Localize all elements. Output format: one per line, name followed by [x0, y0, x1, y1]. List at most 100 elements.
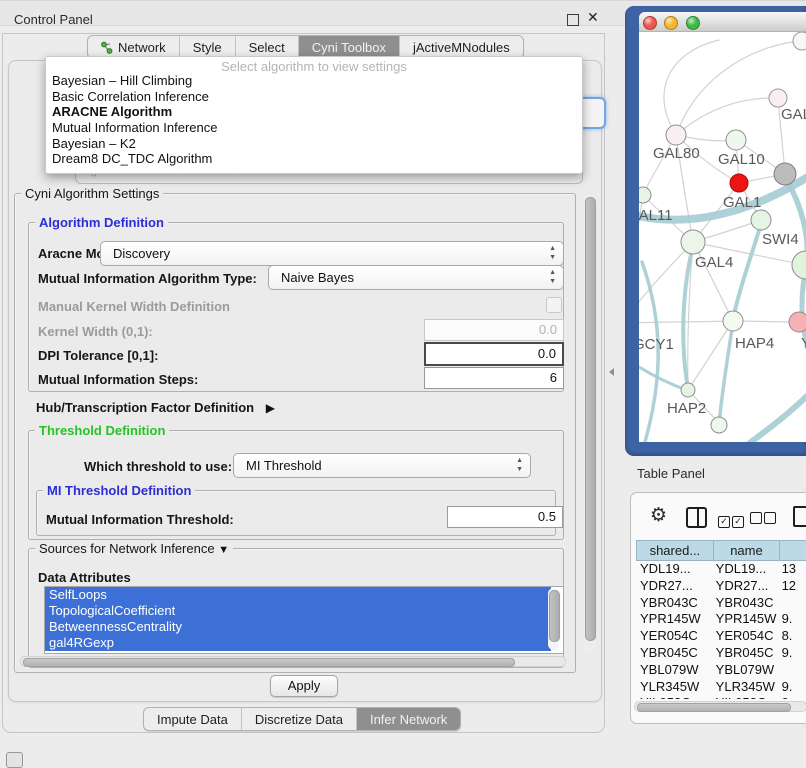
- aracne-mode-combobox[interactable]: Discovery ▲▼: [100, 241, 564, 266]
- table-cell: YPR145W: [712, 611, 778, 628]
- tab-label: Infer Network: [370, 712, 447, 727]
- column-header-shared...[interactable]: shared...: [636, 540, 713, 561]
- tab-cyni-toolbox[interactable]: Cyni Toolbox: [299, 36, 400, 58]
- attribute-list-item[interactable]: SelfLoops: [45, 587, 551, 603]
- combo-stepper-icon: ▲▼: [549, 268, 556, 286]
- algorithm-option[interactable]: Mutual Information Inference: [49, 120, 579, 136]
- network-node-hap2[interactable]: [681, 383, 695, 397]
- table-row[interactable]: YPR145WYPR145W9.: [636, 611, 806, 628]
- tab-label: Cyni Toolbox: [312, 40, 386, 55]
- network-node-gal11[interactable]: [639, 187, 651, 203]
- which-threshold-value: MI Threshold: [246, 458, 322, 473]
- close-panel-button[interactable]: ✕: [587, 9, 599, 26]
- table-cell: 13: [778, 561, 806, 578]
- manual-kernel-width-checkbox[interactable]: [546, 297, 562, 313]
- table-panel-toolbar: ⚙ ✓✓: [630, 500, 806, 534]
- table-horizontal-scrollbar[interactable]: [634, 701, 806, 712]
- combo-stepper-icon: ▲▼: [549, 244, 556, 262]
- table-row[interactable]: YBR045CYBR045C9.: [636, 645, 806, 662]
- network-node-swi4[interactable]: [751, 210, 771, 230]
- network-node-gal4[interactable]: [681, 230, 705, 254]
- network-node[interactable]: [793, 32, 806, 50]
- tab-jactivemnodules[interactable]: jActiveMNodules: [400, 36, 523, 58]
- file-icon[interactable]: [793, 506, 806, 527]
- mi-steps-field[interactable]: 6: [424, 367, 564, 389]
- tab-impute-data[interactable]: Impute Data: [144, 708, 242, 730]
- node-label: GAL1: [723, 194, 761, 211]
- network-graph: GALGAL80GAL10GAL1GAL11SWI4GAL4GCY1HAP4YH…: [639, 32, 806, 442]
- network-edge: [664, 40, 719, 135]
- manual-kernel-width-label: Manual Kernel Width Definition: [38, 299, 230, 314]
- table-row[interactable]: YDL19...YDL19...13: [636, 561, 806, 578]
- tab-infer-network[interactable]: Infer Network: [357, 708, 460, 730]
- gear-icon[interactable]: ⚙: [650, 504, 667, 527]
- hub-definition-toggle[interactable]: Hub/Transcription Factor Definition ▶: [36, 400, 275, 415]
- network-node-gal80[interactable]: [666, 125, 686, 145]
- network-node[interactable]: [792, 251, 806, 279]
- table-cell: 9.: [778, 679, 806, 696]
- network-node-hap4[interactable]: [723, 311, 743, 331]
- table-cell: YBL079W: [636, 662, 712, 679]
- network-node-y[interactable]: [789, 312, 806, 332]
- attribute-list-item[interactable]: TopologicalCoefficient: [45, 603, 551, 619]
- column-header-clipped[interactable]: [779, 540, 806, 561]
- minimized-panel-chip[interactable]: [6, 752, 23, 768]
- attribute-list-item[interactable]: BetweennessCentrality: [45, 619, 551, 635]
- algorithm-option[interactable]: Dream8 DC_TDC Algorithm: [49, 151, 579, 167]
- table-panel-title: Table Panel: [637, 466, 705, 481]
- unchecked-boxes-icon[interactable]: [750, 511, 778, 529]
- table-body: YDL19...YDL19...13YDR27...YDR27...12YBR0…: [636, 561, 806, 699]
- which-threshold-combobox[interactable]: MI Threshold ▲▼: [233, 453, 531, 478]
- network-node-gal1[interactable]: [730, 174, 748, 192]
- apply-button[interactable]: Apply: [270, 675, 338, 697]
- network-canvas[interactable]: GALGAL80GAL10GAL1GAL11SWI4GAL4GCY1HAP4YH…: [639, 32, 806, 442]
- algorithm-option[interactable]: Bayesian – Hill Climbing: [49, 73, 579, 89]
- columns-icon[interactable]: [686, 507, 707, 528]
- data-attributes-list[interactable]: SelfLoopsTopologicalCoefficientBetweenne…: [44, 586, 564, 654]
- mi-threshold-field[interactable]: 0.5: [447, 506, 563, 528]
- minimize-traffic-light[interactable]: [664, 16, 678, 30]
- float-window-button[interactable]: [567, 14, 579, 26]
- tab-label: jActiveMNodules: [413, 40, 510, 55]
- scrollbar-thumb[interactable]: [549, 590, 560, 642]
- tab-style[interactable]: Style: [180, 36, 236, 58]
- settings-vertical-scrollbar[interactable]: [584, 194, 596, 654]
- tab-select[interactable]: Select: [236, 36, 299, 58]
- network-node-gal10[interactable]: [726, 130, 746, 150]
- attribute-list-item[interactable]: gal4RGexp: [45, 635, 551, 651]
- attributes-horizontal-scrollbar[interactable]: [20, 656, 566, 667]
- panel-splitter-handle[interactable]: [609, 368, 614, 376]
- column-header-name[interactable]: name: [713, 540, 779, 561]
- collapsed-arrow-icon: ▶: [266, 401, 275, 415]
- table-row[interactable]: YIL052CYIL052C9: [636, 695, 806, 699]
- table-row[interactable]: YER054CYER054C8.: [636, 628, 806, 645]
- table-row[interactable]: YLR345WYLR345W9.: [636, 679, 806, 696]
- algorithm-option[interactable]: Basic Correlation Inference: [49, 89, 579, 105]
- network-edge: [743, 392, 806, 442]
- kernel-width-field[interactable]: 0.0: [424, 319, 564, 341]
- data-attributes-label: Data Attributes: [38, 570, 131, 585]
- mi-algorithm-type-combobox[interactable]: Naive Bayes ▲▼: [268, 265, 564, 290]
- algorithm-option[interactable]: Bayesian – K2: [49, 136, 579, 152]
- table-row[interactable]: YBR043CYBR043C: [636, 595, 806, 612]
- network-node-gal[interactable]: [769, 89, 787, 107]
- scrollbar-thumb[interactable]: [585, 197, 596, 641]
- table-row[interactable]: YBL079WYBL079W: [636, 662, 806, 679]
- scrollbar-thumb[interactable]: [23, 658, 515, 667]
- close-traffic-light[interactable]: [643, 16, 657, 30]
- network-node[interactable]: [774, 163, 796, 185]
- algorithm-option[interactable]: ARACNE Algorithm: [49, 104, 579, 120]
- tab-network[interactable]: Network: [88, 36, 180, 58]
- checked-boxes-icon[interactable]: ✓✓: [718, 511, 746, 529]
- table-row[interactable]: YDR27...YDR27...12: [636, 578, 806, 595]
- zoom-traffic-light[interactable]: [686, 16, 700, 30]
- scrollbar-thumb[interactable]: [637, 703, 791, 712]
- table-cell: 9: [778, 695, 806, 699]
- table-cell: YIL052C: [636, 695, 712, 699]
- table-cell: YLR345W: [636, 679, 712, 696]
- tab-discretize-data[interactable]: Discretize Data: [242, 708, 357, 730]
- sources-group-title[interactable]: Sources for Network Inference ▼: [35, 541, 233, 556]
- network-node[interactable]: [711, 417, 727, 433]
- attributes-vertical-scrollbar[interactable]: [548, 588, 559, 650]
- dpi-tolerance-field[interactable]: 0.0: [424, 342, 564, 366]
